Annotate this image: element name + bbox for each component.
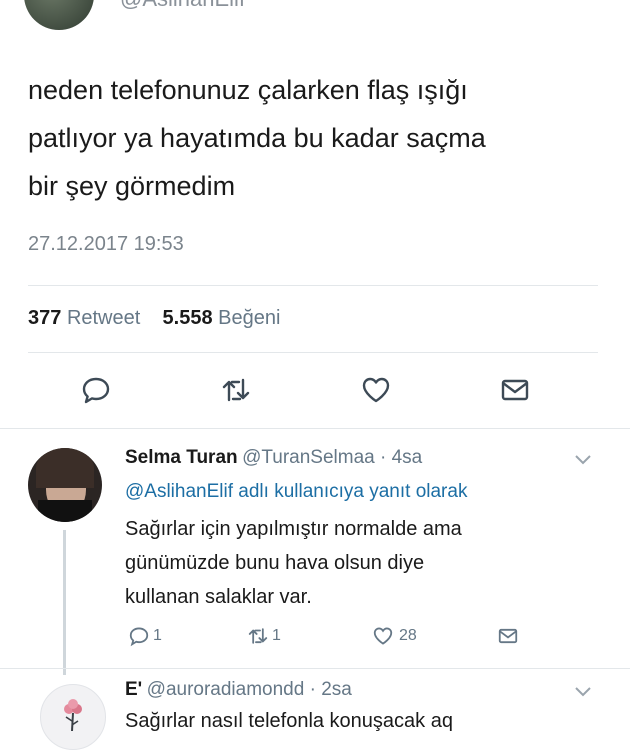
reply-text-line: Sağırlar için yapılmıştır normalde ama <box>125 518 462 540</box>
divider <box>0 668 630 669</box>
author-handle[interactable]: @AslihanElif <box>120 0 245 12</box>
reply-action-message[interactable] <box>496 625 520 652</box>
tweet-text-line: neden telefonunuz çalarken flaş ışığı <box>28 75 468 105</box>
divider <box>28 352 598 353</box>
reply-text: Sağırlar nasıl telefonla konuşacak aq <box>125 704 605 738</box>
reply-text-line: Sağırlar nasıl telefonla konuşacak aq <box>125 710 453 732</box>
like-icon[interactable] <box>371 625 395 647</box>
chevron-down-icon[interactable] <box>574 454 592 466</box>
reply-author-name[interactable]: E' <box>125 679 142 700</box>
reply-avatar[interactable] <box>28 448 102 522</box>
like-count[interactable]: 5.558 Beğeni <box>163 307 281 329</box>
chevron-down-icon[interactable] <box>574 686 592 698</box>
tweet-text-line: patlıyor ya hayatımda bu kadar saçma <box>28 123 486 153</box>
tweet-timestamp[interactable]: 27.12.2017 19:53 <box>28 233 184 256</box>
reply-icon[interactable] <box>80 374 112 406</box>
reply-icon[interactable] <box>128 625 150 647</box>
like-count: 28 <box>399 627 417 644</box>
author-avatar[interactable] <box>24 0 94 30</box>
reply-count: 1 <box>153 627 162 644</box>
reply-action-like[interactable]: 28 <box>371 625 417 647</box>
tweet-stats: 377 Retweet 5.558 Beğeni <box>28 307 280 330</box>
reply-author-handle[interactable]: @TuranSelmaa · 4sa <box>242 447 422 468</box>
reply-avatar[interactable] <box>40 684 106 750</box>
retweet-icon[interactable] <box>246 625 270 647</box>
reply-to-label[interactable]: @AslihanElif adlı kullanıcıya yanıt olar… <box>125 481 467 503</box>
tweet-text: neden telefonunuz çalarken flaş ışığı pa… <box>28 66 608 210</box>
reply-action-retweet[interactable]: 1 <box>246 625 281 647</box>
reply-text: Sağırlar için yapılmıştır normalde ama g… <box>125 512 605 614</box>
reply-text-line: günümüzde bunu hava olsun diye <box>125 552 425 574</box>
divider <box>0 428 630 429</box>
reply-text-line: kullanan salaklar var. <box>125 586 312 608</box>
like-icon[interactable] <box>360 374 392 406</box>
reply-author-handle[interactable]: @auroradiamondd · 2sa <box>147 679 352 700</box>
reply-header: E' @auroradiamondd · 2sa <box>125 679 352 701</box>
reply-header: Selma Turan @TuranSelmaa · 4sa <box>125 447 422 469</box>
retweet-count: 1 <box>272 627 281 644</box>
divider <box>28 285 598 286</box>
reply-author-name[interactable]: Selma Turan <box>125 447 238 468</box>
message-icon[interactable] <box>496 625 520 647</box>
retweet-count[interactable]: 377 Retweet <box>28 307 140 329</box>
reply-action-reply[interactable]: 1 <box>128 625 162 647</box>
flower-icon <box>64 699 82 732</box>
retweet-icon[interactable] <box>220 374 252 406</box>
tweet-text-line: bir şey görmedim <box>28 171 236 201</box>
thread-line <box>63 530 66 675</box>
message-icon[interactable] <box>499 374 531 406</box>
